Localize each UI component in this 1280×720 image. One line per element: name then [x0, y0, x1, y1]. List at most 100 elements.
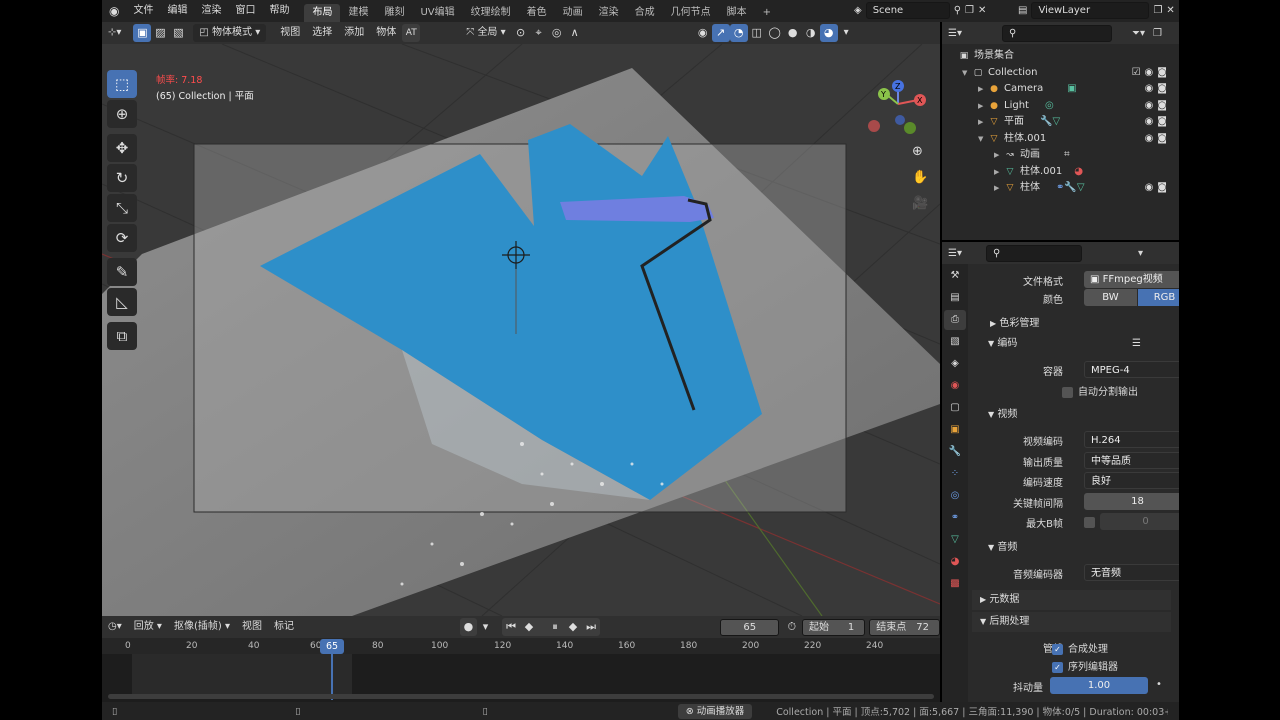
material-tab-icon[interactable]: ◕ — [944, 552, 966, 572]
jump-end-icon[interactable]: ⏭ — [582, 618, 600, 636]
next-keyframe-icon[interactable]: ◆ — [564, 618, 582, 636]
scale-tool-icon[interactable]: ⤡ — [107, 194, 137, 222]
select-subtract-icon[interactable]: ▧ — [169, 24, 187, 42]
scene-tab-icon[interactable]: ◈ — [944, 354, 966, 374]
dither-field[interactable]: 1.00 — [1050, 677, 1148, 694]
remove-scene-icon[interactable]: ✕ — [978, 5, 986, 16]
pivot-icon[interactable]: ⊙ — [512, 24, 530, 42]
tab-uv-editing[interactable]: UV编辑 — [412, 4, 462, 22]
tab-shading[interactable]: 着色 — [519, 4, 555, 22]
properties-editor-icon[interactable]: ☰▾ — [948, 248, 962, 259]
cursor-tool-icon[interactable]: ⊕ — [107, 100, 137, 128]
dither-keyframe-icon[interactable]: • — [1156, 679, 1162, 690]
menu-view[interactable]: 视图 — [274, 24, 306, 42]
outliner-item-collection[interactable]: ▼ ▢ Collection ☑◉◙ — [942, 65, 1179, 82]
compositing-checkbox[interactable]: ✓ 合成处理 — [1052, 640, 1108, 655]
shading-options-dropdown[interactable]: ▾ — [838, 24, 855, 42]
expand-icon[interactable]: ▶ — [994, 180, 1004, 197]
file-format-dropdown[interactable]: ▣ FFmpeg视频▾ — [1084, 271, 1179, 288]
tab-layout[interactable]: 布局 — [304, 4, 341, 22]
timeline-scrollbar[interactable] — [108, 694, 934, 699]
scene-field[interactable]: Scene — [865, 2, 950, 19]
select-tool-icon[interactable]: ⬚ — [107, 70, 137, 98]
material-shading-icon[interactable]: ◑ — [802, 24, 820, 42]
frame-ruler[interactable]: 0 20 40 60 80 100 120 140 160 180 200 22… — [102, 638, 940, 654]
playhead-label[interactable]: 65 — [320, 639, 344, 654]
tab-rendering[interactable]: 渲染 — [591, 4, 627, 22]
visibility-icon[interactable]: ◉ — [694, 24, 712, 42]
video-codec-dropdown[interactable]: H.264▾ — [1084, 431, 1179, 448]
view-layer-tab-icon[interactable]: ▧ — [944, 332, 966, 352]
orientation-dropdown[interactable]: ⤧ 全局 ▾ — [460, 24, 511, 42]
audio-codec-dropdown[interactable]: 无音频▾ — [1084, 564, 1179, 581]
modifier-tab-icon[interactable]: 🔧 — [944, 442, 966, 462]
bframes-field[interactable]: 0 — [1100, 513, 1179, 530]
3d-viewport[interactable]: ⬚ ⊕ ✥ ↻ ⤡ ⟳ ✎ ◺ ⧉ 帧率: 7.18 (65) Collecti… — [102, 44, 940, 616]
xray-icon[interactable]: ◫ — [748, 24, 766, 42]
properties-search-input[interactable]: ⚲ — [985, 244, 1082, 262]
expand-icon[interactable]: ▶ — [994, 147, 1004, 164]
tab-geometry-nodes[interactable]: 几何节点 — [663, 4, 719, 22]
new-collection-icon[interactable]: ❐ — [1153, 28, 1162, 39]
bframes-checkbox[interactable] — [1084, 517, 1095, 528]
menu-file[interactable]: 文件 — [126, 0, 160, 22]
data-tab-icon[interactable]: ▽ — [944, 530, 966, 550]
expand-icon[interactable]: ▶ — [978, 81, 988, 98]
prev-keyframe-icon[interactable]: ◆ — [520, 618, 538, 636]
world-tab-icon[interactable]: ◉ — [944, 376, 966, 396]
expand-icon[interactable]: ▶ — [978, 98, 988, 115]
pin-icon[interactable]: ⚲ — [954, 5, 961, 16]
autosplit-checkbox[interactable]: 自动分割输出 — [1062, 383, 1138, 398]
visibility-controls[interactable]: ◉◙ — [1145, 131, 1171, 148]
view-layer-field[interactable]: ViewLayer — [1031, 2, 1150, 19]
proportional-edit-icon[interactable]: ◎ — [548, 24, 566, 42]
tab-texture-paint[interactable]: 纹理绘制 — [463, 4, 519, 22]
text-tool-icon[interactable]: AT — [402, 24, 421, 42]
texture-tab-icon[interactable]: ▩ — [944, 574, 966, 594]
timeline-area[interactable]: 0 20 40 60 80 100 120 140 160 180 200 22… — [102, 638, 940, 702]
new-scene-icon[interactable]: ❐ — [965, 5, 974, 16]
outliner-item-cylinder-001[interactable]: ▼ ▽ 柱体.001 ◉◙ — [942, 131, 1179, 148]
collection-tab-icon[interactable]: ▢ — [944, 398, 966, 418]
menu-help[interactable]: 帮助 — [262, 0, 296, 22]
end-frame-field[interactable]: 结束点 72 — [869, 618, 940, 636]
menu-playback[interactable]: 回放 ▾ — [128, 618, 168, 636]
rotate-tool-icon[interactable]: ↻ — [107, 164, 137, 192]
sequencer-checkbox[interactable]: ✓ 序列编辑器 — [1052, 658, 1118, 673]
outliner-item-camera[interactable]: ▶ ● Camera ▣ ◉◙ — [942, 81, 1179, 98]
move-tool-icon[interactable]: ✥ — [107, 134, 137, 162]
expand-icon[interactable]: ▶ — [978, 114, 988, 131]
current-frame-field[interactable]: 65 — [720, 618, 780, 636]
container-dropdown[interactable]: MPEG-4▾ — [1084, 361, 1179, 378]
speed-dropdown[interactable]: 良好▾ — [1084, 472, 1179, 489]
expand-icon[interactable]: ▼ — [962, 65, 972, 82]
visibility-controls[interactable]: ◉◙ — [1145, 81, 1171, 98]
expand-icon[interactable]: ▶ — [994, 164, 1004, 181]
tool-tab-icon[interactable]: ⚒ — [944, 266, 966, 286]
start-frame-field[interactable]: 起始 1 — [802, 618, 866, 636]
menu-timeline-view[interactable]: 视图 — [236, 618, 268, 636]
outliner-search-input[interactable]: ⚲ — [1001, 24, 1112, 42]
filter-icon[interactable]: ⏷▾ — [1132, 28, 1145, 39]
audio-section[interactable]: ▼ 音频 — [972, 538, 1171, 558]
outliner-item-plane[interactable]: ▶ ▽ 平面 🔧▽ ◉◙ — [942, 114, 1179, 131]
keyframe-field[interactable]: 18 — [1084, 493, 1179, 510]
post-processing-section[interactable]: ▼ 后期处理 — [972, 612, 1171, 632]
measure-tool-icon[interactable]: ◺ — [107, 288, 137, 316]
select-box-icon[interactable]: ▣ — [133, 24, 152, 42]
menu-keying[interactable]: 抠像(插帧) ▾ — [168, 618, 236, 636]
tab-modeling[interactable]: 建模 — [340, 4, 376, 22]
encoding-section[interactable]: ▼ 编码 ☰ — [972, 334, 1171, 354]
properties-options-icon[interactable]: ▾ — [1138, 248, 1143, 259]
presets-icon[interactable]: ☰ — [1132, 334, 1141, 354]
menu-edit[interactable]: 编辑 — [160, 0, 194, 22]
animation-player-badge[interactable]: ⊗ 动画播放器 — [677, 703, 753, 719]
menu-select[interactable]: 选择 — [306, 24, 338, 42]
zoom-icon[interactable]: ⊕ — [912, 144, 923, 159]
tab-animation[interactable]: 动画 — [555, 4, 591, 22]
outliner-item-cylinder[interactable]: ▶ ▽ 柱体 ⚭🔧▽ ◉◙ — [942, 180, 1179, 197]
overlay-toggle-icon[interactable]: ◔ — [729, 24, 748, 42]
physics-tab-icon[interactable]: ◎ — [944, 486, 966, 506]
keyframe-type-icon[interactable]: ▾ — [477, 618, 494, 636]
visibility-controls[interactable]: ◉◙ — [1145, 180, 1171, 197]
